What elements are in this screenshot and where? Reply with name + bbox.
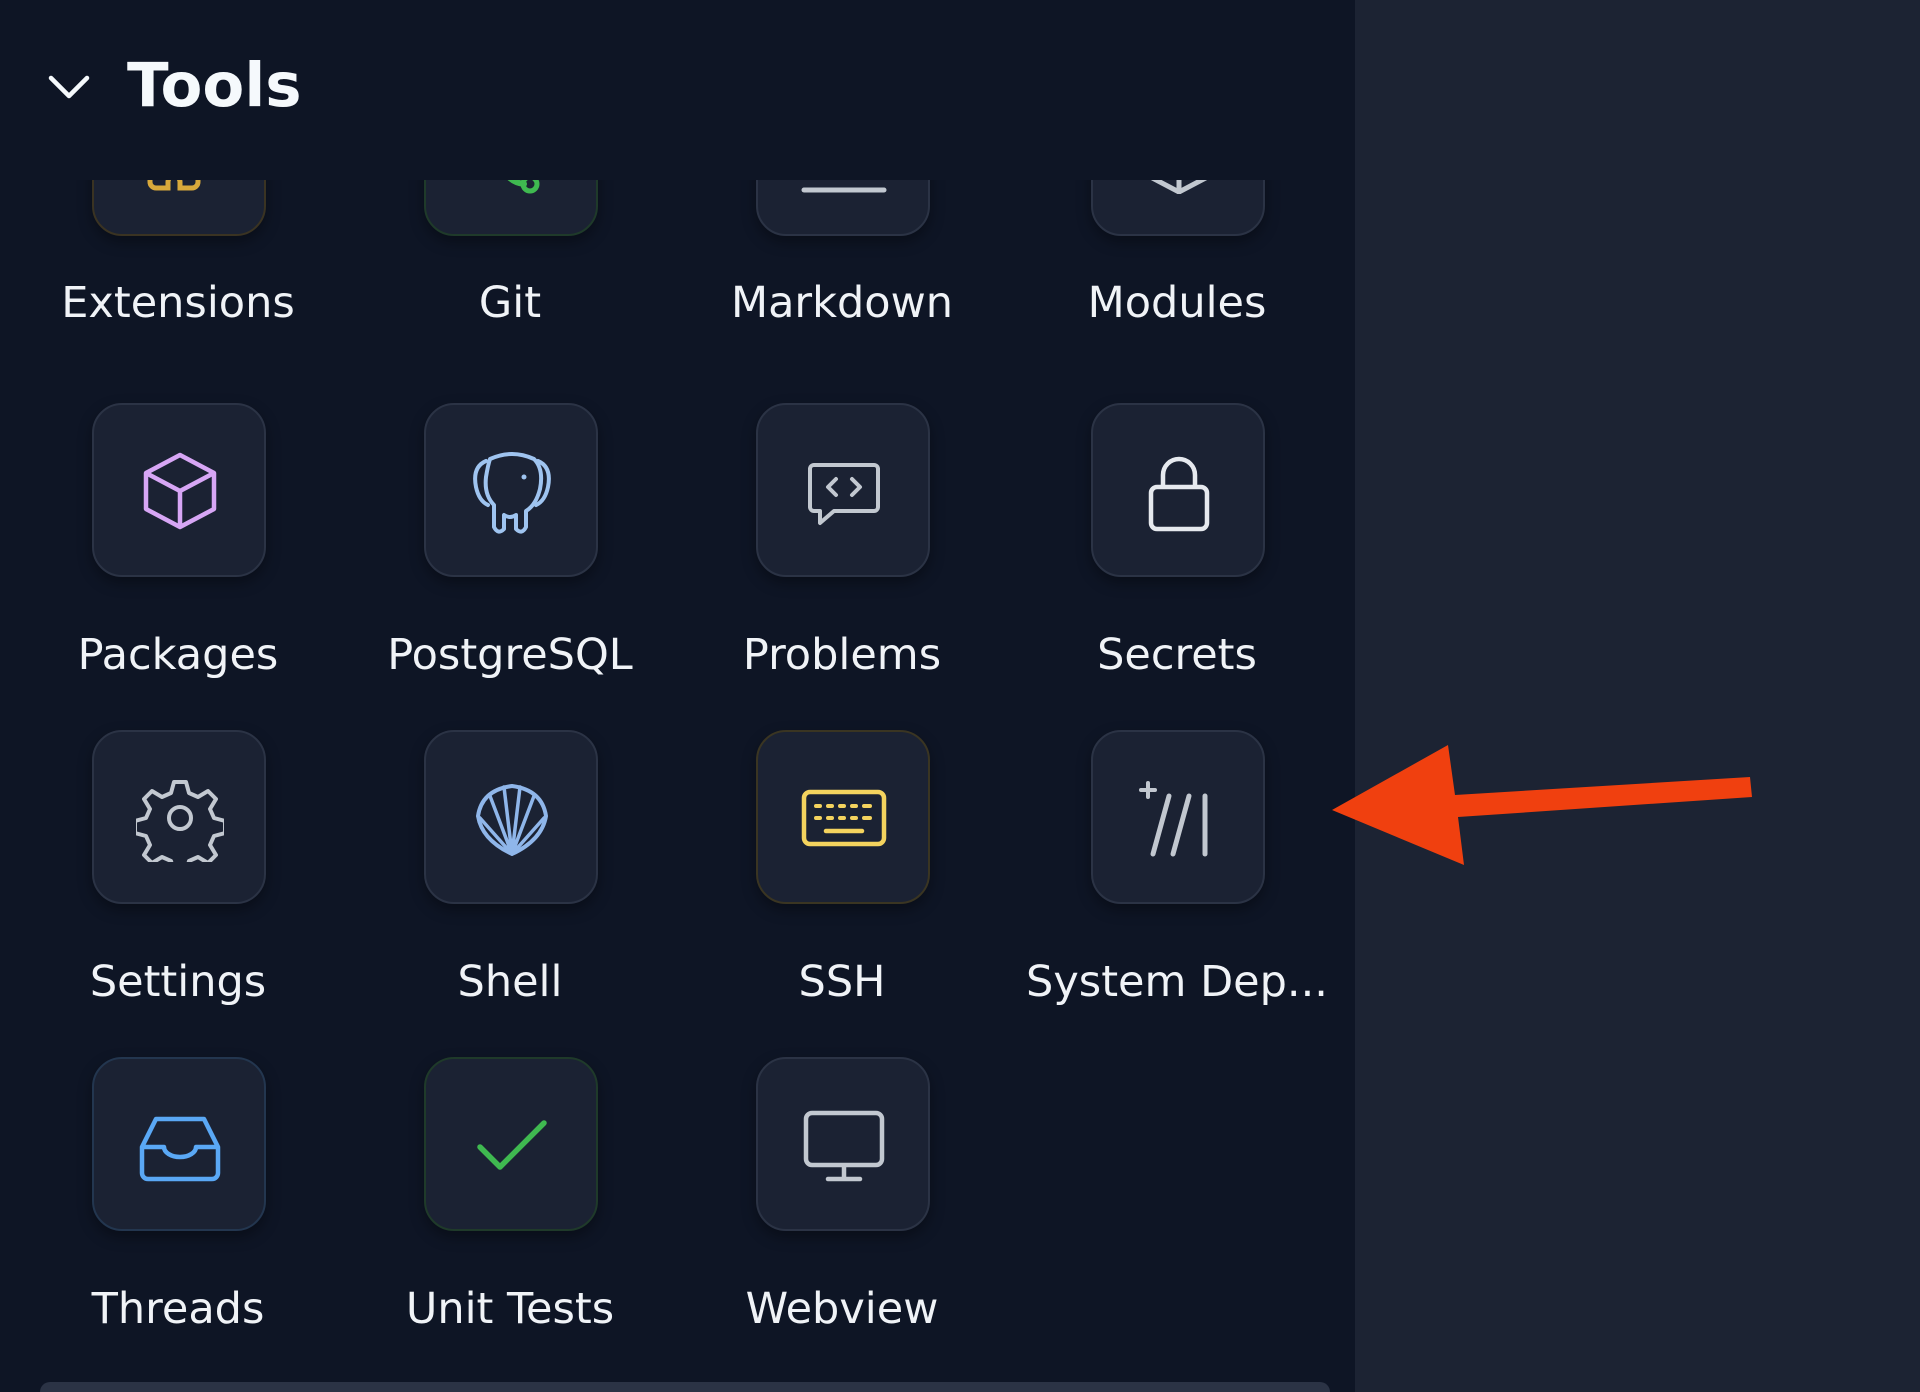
tool-extensions-button[interactable]: [92, 180, 266, 236]
tool-unit-tests-button[interactable]: [424, 1057, 598, 1231]
tool-modules-button[interactable]: [1091, 180, 1265, 236]
postgresql-elephant-icon: [473, 452, 551, 534]
tool-label: Secrets: [1097, 630, 1257, 680]
tool-ssh[interactable]: SSH: [672, 730, 972, 1030]
red-arrow-pointer-icon: [1332, 745, 1752, 865]
tool-settings-button[interactable]: [92, 730, 266, 904]
tool-label: Git: [478, 278, 542, 328]
tool-shell[interactable]: Shell: [340, 730, 640, 1030]
tool-postgresql-button[interactable]: [424, 403, 598, 577]
system-dependencies-icon: [1139, 781, 1208, 857]
tool-shell-button[interactable]: [424, 730, 598, 904]
tool-label: Extensions: [61, 278, 295, 328]
tools-grid: Extensions Git Markdown Modules Packages…: [0, 180, 1355, 1392]
scroll-edge-bar: [40, 1382, 1330, 1392]
git-icon: [507, 180, 540, 194]
tool-markdown-button[interactable]: [756, 180, 930, 236]
screen: Tools Extensions Git Markdown Modules Pa…: [0, 0, 1920, 1392]
tool-label: Modules: [1087, 278, 1267, 328]
tool-system-dependencies-button[interactable]: [1091, 730, 1265, 904]
tool-secrets-button[interactable]: [1091, 403, 1265, 577]
tool-label: Settings: [89, 957, 267, 1007]
tool-label: PostgreSQL: [387, 630, 633, 680]
keyboard-icon: [801, 789, 887, 847]
tool-ssh-button[interactable]: [756, 730, 930, 904]
tool-problems-button[interactable]: [756, 403, 930, 577]
markdown-icon: [801, 187, 887, 193]
extensions-icon: [147, 180, 201, 191]
inbox-icon: [139, 1116, 221, 1182]
modules-icon: [1150, 180, 1208, 194]
checkmark-icon: [477, 1120, 547, 1170]
tool-label: Unit Tests: [405, 1284, 615, 1334]
cube-icon: [143, 452, 217, 530]
tool-threads-button[interactable]: [92, 1057, 266, 1231]
tool-label: SSH: [798, 957, 886, 1007]
tool-label: Webview: [745, 1284, 939, 1334]
editor-pane: [1355, 0, 1920, 1392]
tool-webview[interactable]: Webview: [672, 1057, 972, 1357]
chevron-down-icon[interactable]: [47, 72, 91, 102]
tools-section-header[interactable]: Tools: [0, 0, 1355, 180]
tool-label: System Dep...: [1026, 957, 1328, 1007]
tool-settings[interactable]: Settings: [8, 730, 308, 1030]
tool-label: Shell: [457, 957, 563, 1007]
tool-label: Threads: [91, 1284, 265, 1334]
tool-secrets[interactable]: Secrets: [1007, 403, 1307, 703]
lock-icon: [1148, 456, 1210, 532]
gear-icon: [136, 780, 224, 862]
tool-label: Packages: [77, 630, 279, 680]
tool-problems[interactable]: Problems: [672, 403, 972, 703]
tool-postgresql[interactable]: PostgreSQL: [340, 403, 640, 703]
tool-system-dependencies[interactable]: System Dep...: [1007, 730, 1328, 1030]
tool-label: Markdown: [730, 278, 954, 328]
tool-threads[interactable]: Threads: [8, 1057, 308, 1357]
tool-packages[interactable]: Packages: [8, 403, 308, 703]
tool-unit-tests[interactable]: Unit Tests: [340, 1057, 640, 1357]
tool-git-button[interactable]: [424, 180, 598, 236]
shell-icon: [476, 784, 548, 856]
tools-panel: Tools Extensions Git Markdown Modules Pa…: [0, 0, 1355, 1392]
monitor-icon: [803, 1110, 885, 1182]
tool-webview-button[interactable]: [756, 1057, 930, 1231]
code-message-icon: [808, 463, 880, 525]
tool-label: Problems: [742, 630, 942, 680]
section-title: Tools: [127, 50, 302, 121]
tool-packages-button[interactable]: [92, 403, 266, 577]
